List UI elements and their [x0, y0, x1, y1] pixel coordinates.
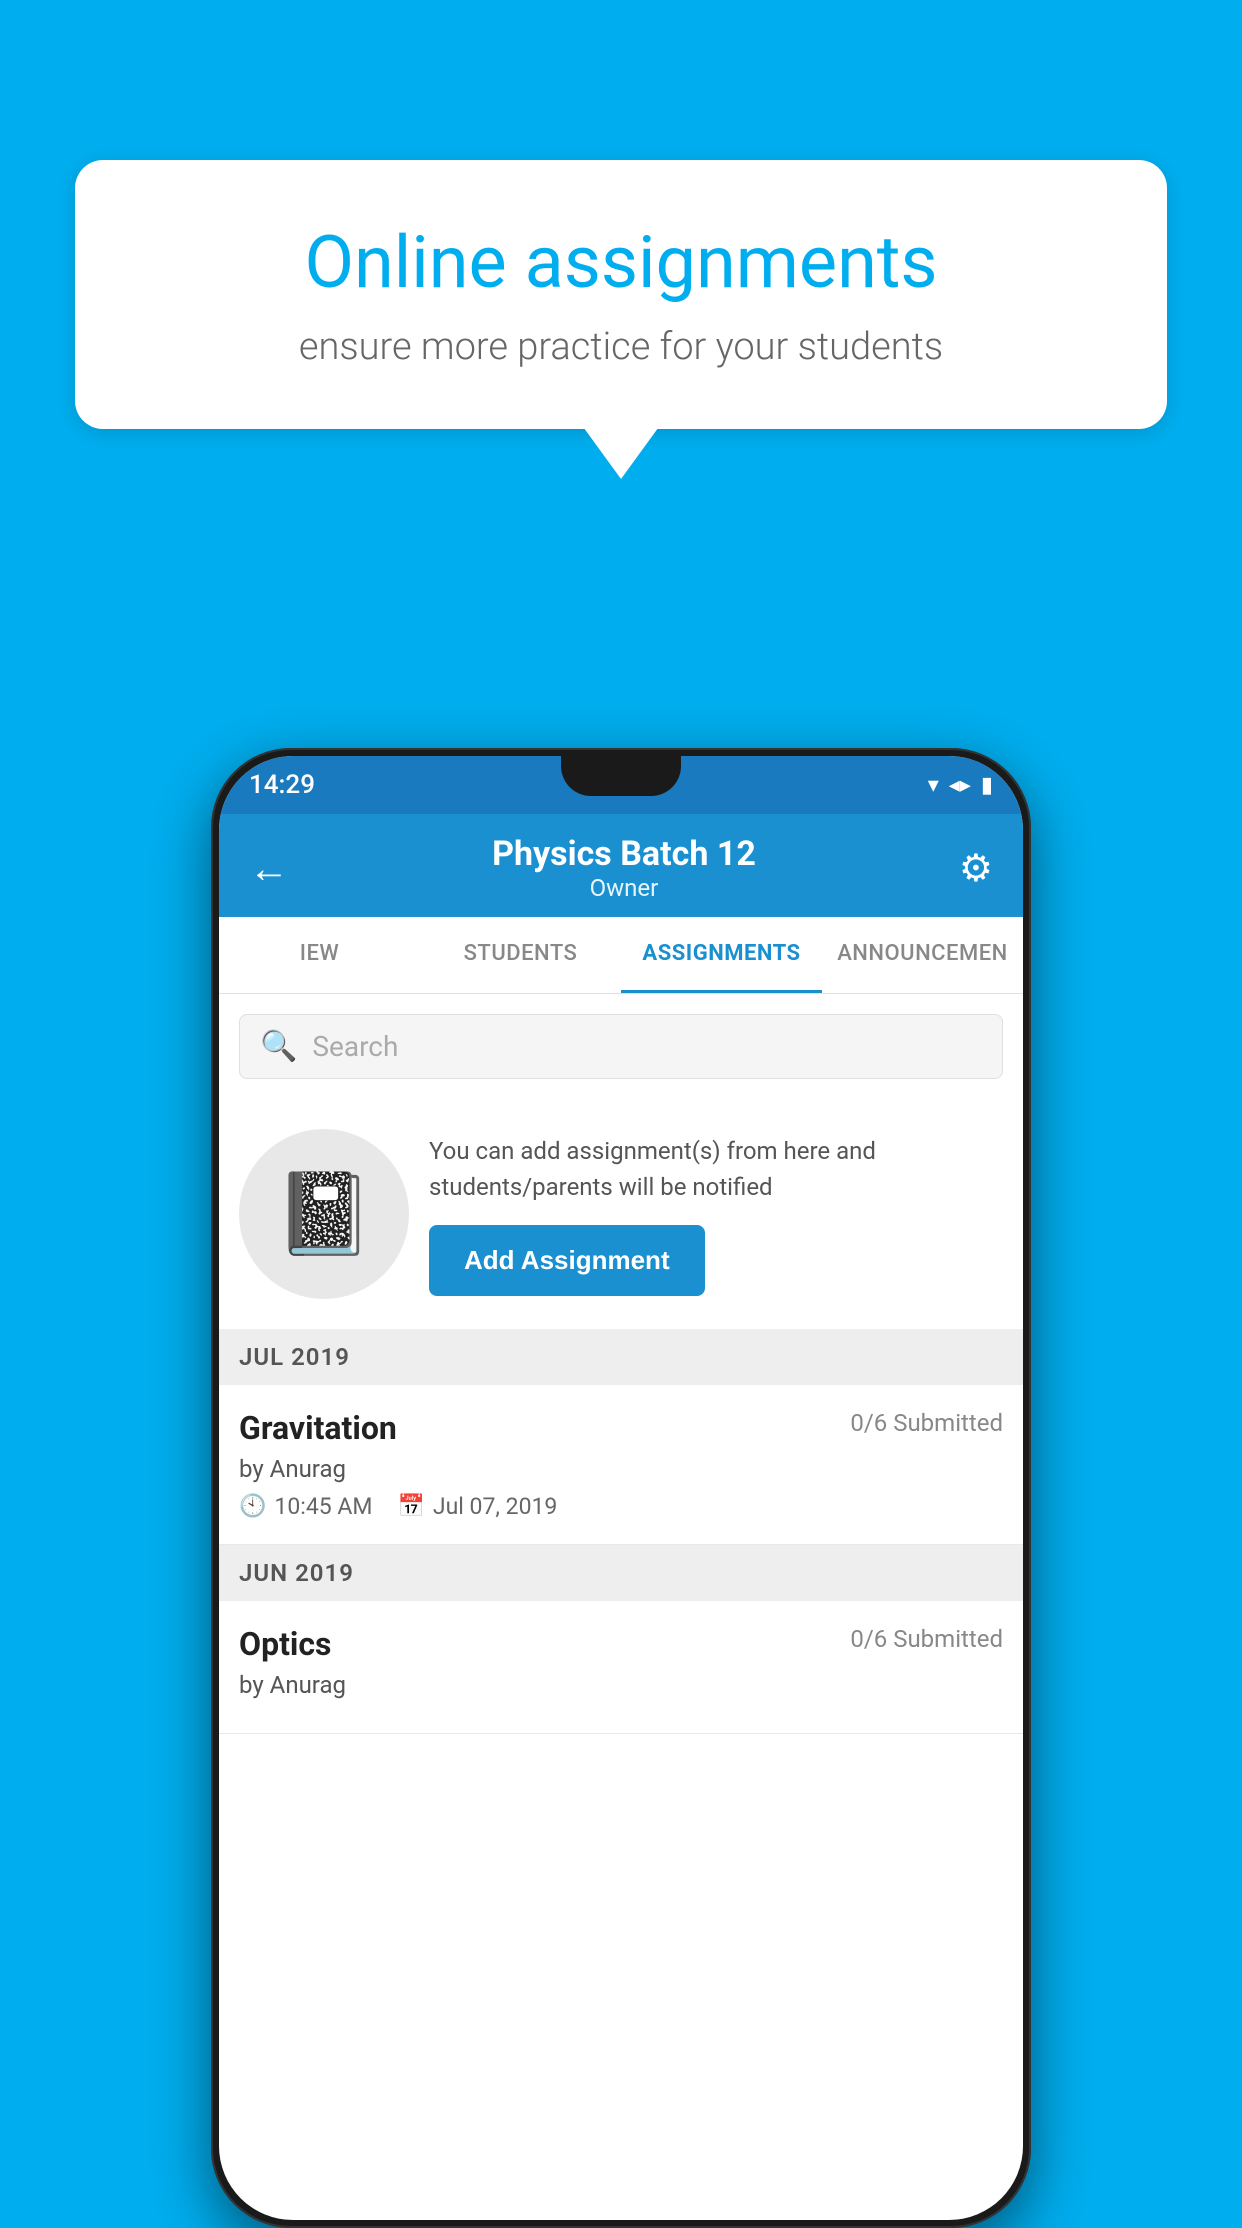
bubble-subtitle: ensure more practice for your students [145, 325, 1097, 369]
notebook-icon-container: 📓 [239, 1129, 409, 1299]
tab-students[interactable]: STUDENTS [420, 917, 621, 993]
signal-icon: ◂▸ [949, 773, 971, 798]
phone-inner: 14:29 ▾ ◂▸ ▮ ← Physics Batch 12 Owner ⚙ … [219, 756, 1023, 2220]
battery-icon: ▮ [981, 773, 993, 798]
notch [561, 756, 681, 796]
assignment-author-optics: by Anurag [239, 1671, 1003, 1699]
settings-icon[interactable]: ⚙ [959, 846, 993, 891]
calendar-icon: 📅 [397, 1494, 424, 1519]
back-button[interactable]: ← [249, 845, 289, 892]
search-icon: 🔍 [260, 1029, 297, 1064]
assignment-title-gravitation: Gravitation [239, 1409, 397, 1447]
date-value-gravitation: Jul 07, 2019 [433, 1493, 557, 1520]
speech-bubble-container: Online assignments ensure more practice … [75, 160, 1167, 429]
speech-bubble: Online assignments ensure more practice … [75, 160, 1167, 429]
add-assignment-button[interactable]: Add Assignment [429, 1225, 705, 1296]
header-title: Physics Batch 12 [492, 834, 756, 874]
notebook-icon: 📓 [274, 1167, 374, 1261]
app-header: ← Physics Batch 12 Owner ⚙ [219, 814, 1023, 917]
assignment-top-row-optics: Optics 0/6 Submitted [239, 1625, 1003, 1663]
info-description: You can add assignment(s) from here and … [429, 1133, 1003, 1205]
assignment-meta-gravitation: 🕙 10:45 AM 📅 Jul 07, 2019 [239, 1493, 1003, 1520]
header-subtitle: Owner [492, 874, 756, 902]
phone-frame: 14:29 ▾ ◂▸ ▮ ← Physics Batch 12 Owner ⚙ … [211, 748, 1031, 2228]
time-value-gravitation: 10:45 AM [274, 1493, 372, 1520]
status-time: 14:29 [249, 770, 315, 800]
assignment-status-gravitation: 0/6 Submitted [850, 1409, 1003, 1437]
assignment-item-gravitation[interactable]: Gravitation 0/6 Submitted by Anurag 🕙 10… [219, 1385, 1023, 1545]
tab-announcements[interactable]: ANNOUNCEMEN [822, 917, 1023, 993]
wifi-icon: ▾ [928, 773, 939, 798]
month-header-jul: JUL 2019 [219, 1329, 1023, 1385]
tabs-container: IEW STUDENTS ASSIGNMENTS ANNOUNCEMEN [219, 917, 1023, 994]
assignment-item-optics[interactable]: Optics 0/6 Submitted by Anurag [219, 1601, 1023, 1734]
tab-assignments[interactable]: ASSIGNMENTS [621, 917, 822, 993]
month-header-jun: JUN 2019 [219, 1545, 1023, 1601]
assignment-author-gravitation: by Anurag [239, 1455, 1003, 1483]
search-container: 🔍 Search [219, 994, 1023, 1099]
info-section: 📓 You can add assignment(s) from here an… [219, 1099, 1023, 1329]
status-bar: 14:29 ▾ ◂▸ ▮ [219, 756, 1023, 814]
assignment-time-gravitation: 🕙 10:45 AM [239, 1493, 372, 1520]
assignment-status-optics: 0/6 Submitted [850, 1625, 1003, 1653]
assignment-date-gravitation: 📅 Jul 07, 2019 [397, 1493, 557, 1520]
assignment-title-optics: Optics [239, 1625, 331, 1663]
bubble-title: Online assignments [145, 220, 1097, 305]
header-center: Physics Batch 12 Owner [492, 834, 756, 902]
search-bar[interactable]: 🔍 Search [239, 1014, 1003, 1079]
search-placeholder: Search [312, 1030, 398, 1063]
assignment-top-row: Gravitation 0/6 Submitted [239, 1409, 1003, 1447]
month-label-jul: JUL 2019 [239, 1343, 350, 1371]
tab-iew[interactable]: IEW [219, 917, 420, 993]
clock-icon: 🕙 [239, 1494, 266, 1519]
month-label-jun: JUN 2019 [239, 1559, 354, 1587]
status-icons: ▾ ◂▸ ▮ [928, 773, 993, 798]
info-text-block: You can add assignment(s) from here and … [429, 1133, 1003, 1296]
